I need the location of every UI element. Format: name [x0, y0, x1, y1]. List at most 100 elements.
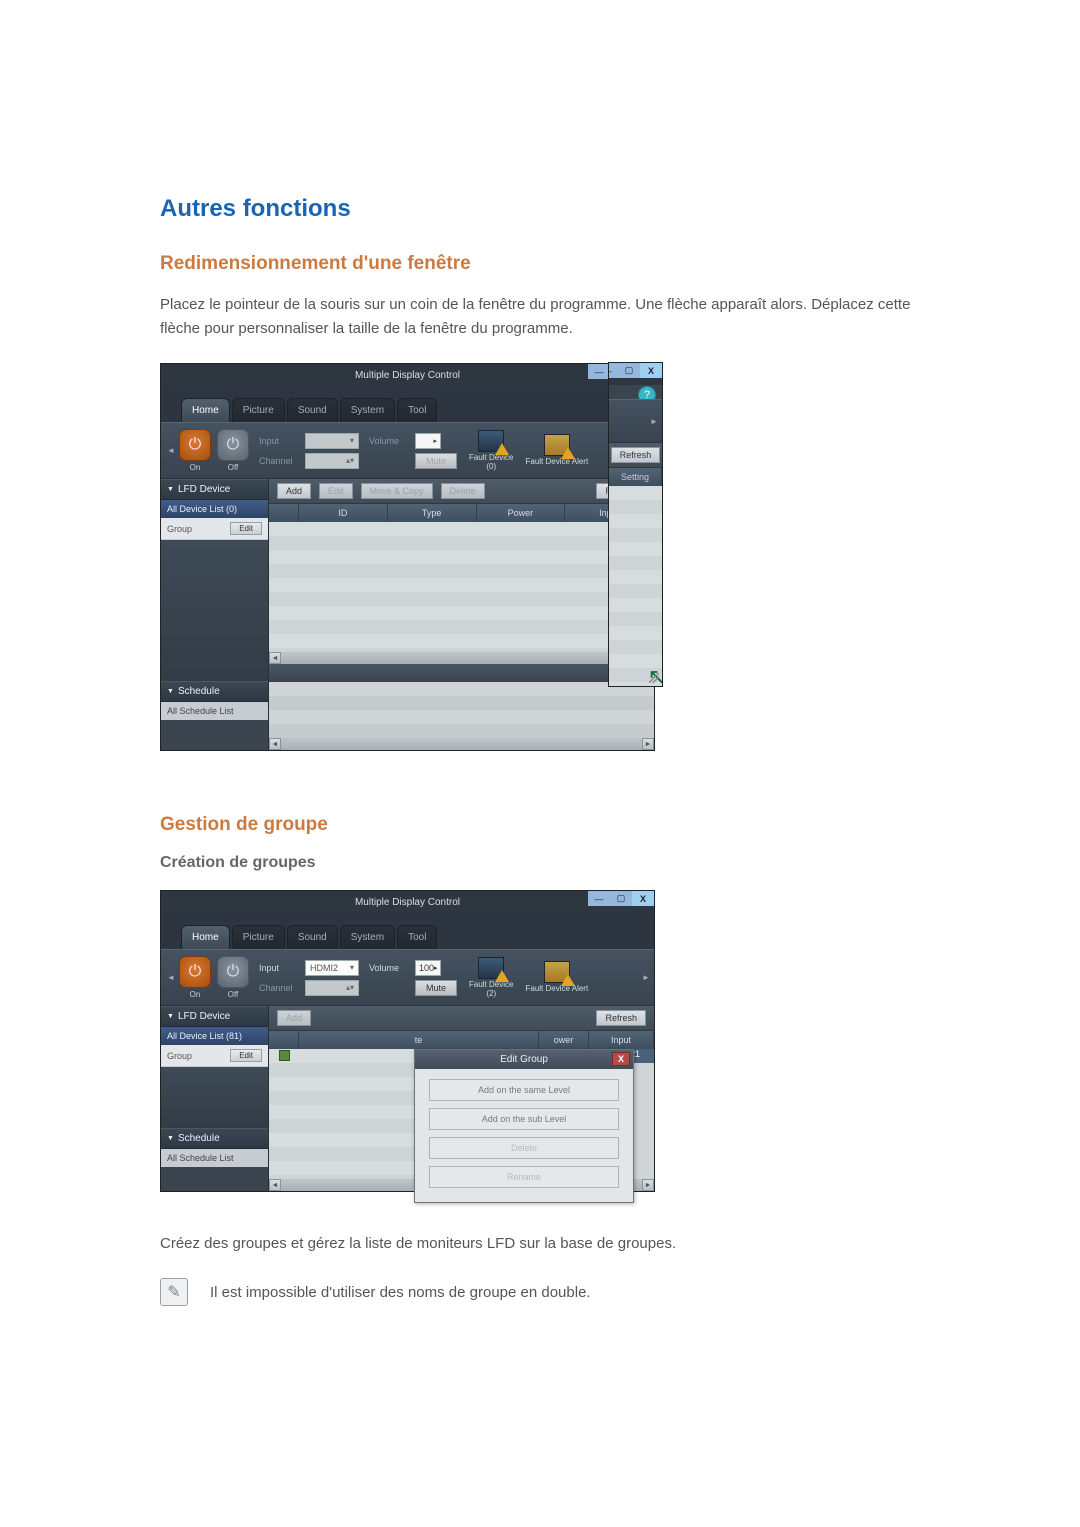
window-titlebar[interactable]: Multiple Display Control — ▢ X [161, 891, 654, 913]
toolbar-scroll-right-icon[interactable]: ► [642, 973, 648, 982]
refresh-button[interactable]: Refresh [611, 447, 661, 463]
sidebar-item-all-schedule-list[interactable]: All Schedule List [161, 702, 268, 720]
power-icon: ⏻ [189, 436, 202, 454]
power-on-button[interactable]: ⏻ [179, 956, 211, 988]
chevron-down-icon: ▼ [167, 1135, 174, 1142]
mdc-window-front: — ▢ X ? ► Refresh Setting ↖ [608, 362, 663, 687]
power-off-button[interactable]: ⏻ [217, 429, 249, 461]
sidebar: ▼LFD Device All Device List (0) Group Ed… [161, 479, 269, 750]
tab-system[interactable]: System [340, 925, 395, 949]
sidebar-item-group[interactable]: Group Edit [161, 1045, 268, 1067]
footer-grid [269, 682, 654, 738]
col-power[interactable]: Power [477, 504, 566, 522]
resize-description: Placez le pointeur de la souris sur un c… [160, 293, 920, 341]
note-text: Il est impossible d'utiliser des noms de… [210, 1284, 591, 1301]
power-on-label: On [190, 463, 201, 472]
horizontal-scrollbar[interactable]: ◄► [269, 738, 654, 750]
tab-system[interactable]: System [340, 398, 395, 422]
channel-select[interactable]: ▴▾ [305, 453, 359, 469]
note: ✎ Il est impossible d'utiliser des noms … [160, 1278, 920, 1306]
sidebar-item-group[interactable]: Group Edit [161, 518, 268, 540]
power-icon: ⏻ [227, 963, 240, 981]
tab-sound[interactable]: Sound [287, 398, 338, 422]
input-select[interactable]: ▾ [305, 433, 359, 449]
move-copy-button[interactable]: Move & Copy [361, 483, 433, 499]
power-off-button[interactable]: ⏻ [217, 956, 249, 988]
window-maximize-button[interactable]: ▢ [610, 891, 632, 906]
tab-picture[interactable]: Picture [232, 925, 285, 949]
add-same-level-button[interactable]: Add on the same Level [429, 1079, 619, 1101]
popup-close-button[interactable]: X [612, 1052, 630, 1066]
tab-tool[interactable]: Tool [397, 398, 437, 422]
channel-select[interactable]: ▴▾ [305, 980, 359, 996]
popup-delete-button[interactable]: Delete [429, 1137, 619, 1159]
window-minimize-button[interactable]: — [588, 891, 610, 906]
fault-alert-icon[interactable] [544, 434, 570, 456]
scroll-left-icon[interactable]: ◄ [269, 1179, 281, 1191]
add-button[interactable]: Add [277, 1010, 311, 1026]
chevron-down-icon: ▼ [167, 688, 174, 695]
window-title: Multiple Display Control [355, 897, 460, 908]
delete-button[interactable]: Delete [441, 483, 485, 499]
mute-button[interactable]: Mute [415, 453, 457, 469]
sidebar-item-all-schedule-list[interactable]: All Schedule List [161, 1149, 268, 1167]
fault-device-icon[interactable] [478, 957, 504, 979]
volume-stepper[interactable]: ▸ [415, 433, 441, 449]
sidebar-section-schedule[interactable]: ▼Schedule [161, 1128, 268, 1149]
volume-stepper[interactable]: 100▸ [415, 960, 441, 976]
resize-handle-icon[interactable] [649, 673, 659, 683]
page-title: Autres fonctions [160, 195, 920, 223]
fault-device-icon[interactable] [478, 430, 504, 452]
col-type[interactable]: Type [388, 504, 477, 522]
add-button[interactable]: Add [277, 483, 311, 499]
group-edit-button[interactable]: Edit [230, 1049, 262, 1062]
mute-button[interactable]: Mute [415, 980, 457, 996]
device-grid[interactable] [609, 486, 662, 686]
tab-home[interactable]: Home [181, 925, 230, 949]
fault-alert-label: Fault Device Alert [525, 458, 588, 467]
toolbar-scroll-left-icon[interactable]: ◄ [167, 446, 173, 455]
edit-group-title[interactable]: Edit Group X [415, 1050, 633, 1069]
row-checkbox[interactable] [279, 1050, 290, 1061]
fault-alert-icon[interactable] [544, 961, 570, 983]
sidebar-item-all-device-list[interactable]: All Device List (0) [161, 500, 268, 518]
toolbar-scroll-right-icon[interactable]: ► [650, 417, 656, 426]
tab-home[interactable]: Home [181, 398, 230, 422]
window-close-button[interactable]: X [632, 891, 654, 906]
window-minimize-button[interactable]: — [588, 364, 610, 379]
popup-rename-button[interactable]: Rename [429, 1166, 619, 1188]
input-select[interactable]: HDMI2▾ [305, 960, 359, 976]
col-id[interactable]: ID [299, 504, 388, 522]
window-minimize-button[interactable]: — [608, 363, 618, 378]
tab-tool[interactable]: Tool [397, 925, 437, 949]
window-titlebar[interactable]: Multiple Display Control — ▢ X [161, 364, 654, 386]
col-type[interactable]: te [299, 1031, 539, 1049]
tab-sound[interactable]: Sound [287, 925, 338, 949]
tab-picture[interactable]: Picture [232, 398, 285, 422]
group-edit-button[interactable]: Edit [230, 522, 262, 535]
power-on-label: On [190, 990, 201, 999]
chevron-down-icon: ▼ [167, 486, 174, 493]
chevron-down-icon: ▾ [350, 436, 354, 445]
sidebar-item-all-device-list[interactable]: All Device List (81) [161, 1027, 268, 1045]
window-close-button[interactable]: X [640, 363, 662, 378]
col-power[interactable]: ower [539, 1031, 589, 1049]
horizontal-scrollbar[interactable]: ◄► [269, 652, 654, 664]
sidebar-section-lfd-device[interactable]: ▼LFD Device [161, 1006, 268, 1027]
power-on-button[interactable]: ⏻ [179, 429, 211, 461]
col-input[interactable]: Input [589, 1031, 654, 1049]
device-grid[interactable] [269, 522, 654, 652]
sidebar-section-schedule[interactable]: ▼Schedule [161, 681, 268, 702]
scroll-left-icon[interactable]: ◄ [269, 738, 281, 750]
col-setting[interactable]: Setting [609, 468, 662, 486]
edit-button[interactable]: Edit [319, 483, 353, 499]
sidebar-section-lfd-device[interactable]: ▼LFD Device [161, 479, 268, 500]
scroll-right-icon[interactable]: ► [642, 738, 654, 750]
toolbar-scroll-left-icon[interactable]: ◄ [167, 973, 173, 982]
section-resize-heading: Redimensionnement d'une fenêtre [160, 253, 920, 275]
refresh-button[interactable]: Refresh [596, 1010, 646, 1026]
window-maximize-button[interactable]: ▢ [618, 363, 640, 378]
add-sub-level-button[interactable]: Add on the sub Level [429, 1108, 619, 1130]
scroll-right-icon[interactable]: ► [642, 1179, 654, 1191]
scroll-left-icon[interactable]: ◄ [269, 652, 281, 664]
